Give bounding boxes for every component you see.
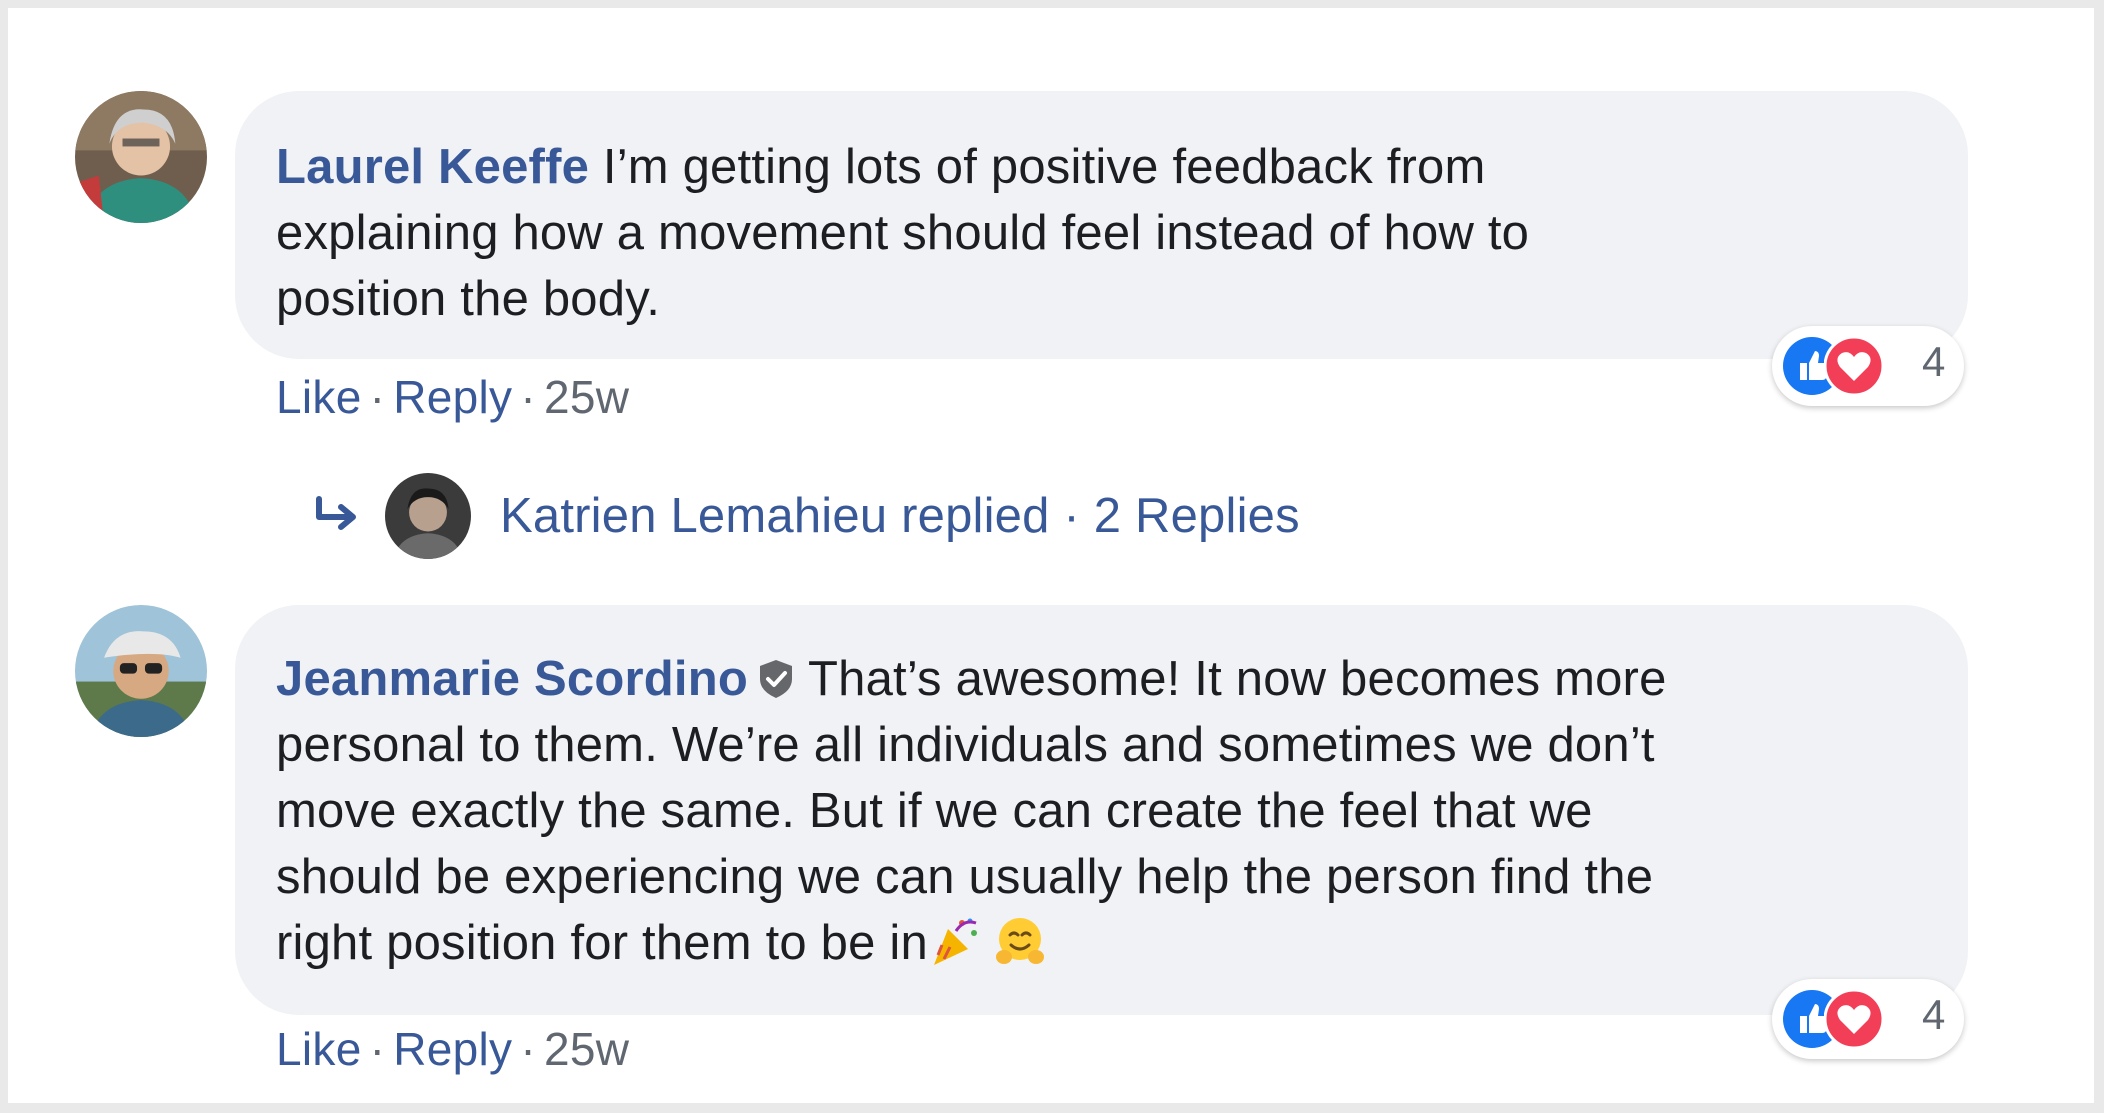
love-icon	[1824, 336, 1884, 396]
comment-line: position the body.	[276, 272, 661, 326]
comment-actions: Like · Reply · 25w	[276, 1022, 629, 1076]
avatar-laurel-keeffe[interactable]	[75, 91, 207, 223]
reaction-summary[interactable]: 4	[1772, 326, 1964, 406]
reaction-count: 4	[1922, 991, 1946, 1038]
avatar-jeanmarie-scordino[interactable]	[75, 605, 207, 737]
timestamp-link[interactable]: 25w	[544, 1023, 629, 1075]
comments-panel: Laurel Keeffe I’m getting lots of positi…	[8, 8, 2094, 1103]
avatar-photo	[385, 473, 471, 559]
comment-author-link[interactable]: Jeanmarie Scordino	[276, 652, 748, 706]
avatar-katrien-lemahieu[interactable]	[385, 473, 471, 559]
separator-dot: ·	[369, 371, 386, 423]
timestamp-link[interactable]: 25w	[544, 371, 629, 423]
party-popper-icon	[933, 918, 977, 965]
reply-arrow-icon	[316, 496, 356, 530]
reaction-summary[interactable]: 4	[1772, 979, 1964, 1059]
comment-line: explaining how a movement should feel in…	[276, 206, 1530, 260]
love-icon	[1824, 989, 1884, 1049]
reply-button[interactable]: Reply	[393, 371, 512, 423]
comment-author-link[interactable]: Laurel Keeffe	[276, 140, 589, 194]
comment-line: move exactly the same. But if we can cre…	[276, 784, 1593, 838]
avatar-photo	[75, 605, 207, 737]
comment-actions: Like · Reply · 25w	[276, 370, 629, 424]
reply-button[interactable]: Reply	[393, 1023, 512, 1075]
comment-line: should be experiencing we can usually he…	[276, 850, 1654, 904]
comment-text: Laurel Keeffe I’m getting lots of positi…	[276, 134, 1529, 332]
comment-line: That’s awesome! It now becomes more	[808, 652, 1667, 706]
reaction-count: 4	[1922, 338, 1946, 385]
like-button[interactable]: Like	[276, 371, 362, 423]
separator-dot: ·	[369, 1023, 386, 1075]
verified-badge-icon	[760, 660, 792, 698]
separator-dot: ·	[520, 371, 536, 423]
avatar-photo	[75, 91, 207, 223]
like-button[interactable]: Like	[276, 1023, 362, 1075]
comment-line: I’m getting lots of positive feedback fr…	[602, 140, 1486, 194]
separator-dot: ·	[520, 1023, 536, 1075]
comment-line: right position for them to be in	[276, 916, 928, 970]
comment-line: personal to them. We’re all individuals …	[276, 718, 1655, 772]
hugging-face-icon	[995, 918, 1044, 964]
comment-text: Jeanmarie Scordino That’s awesome! It now…	[276, 646, 1667, 976]
view-replies-link[interactable]: Katrien Lemahieu replied · 2 Replies	[500, 488, 1300, 544]
